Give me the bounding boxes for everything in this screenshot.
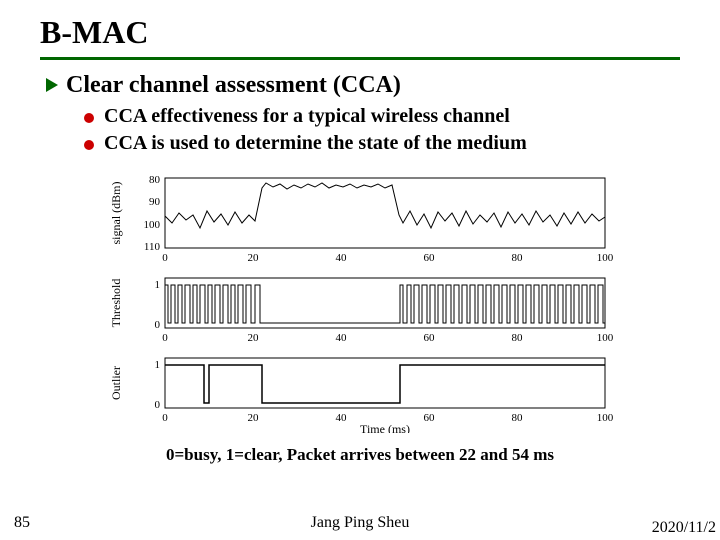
ylabel: Threshold xyxy=(109,279,123,328)
xtick-label: 0 xyxy=(162,252,168,264)
xtick-label: 80 xyxy=(512,332,524,344)
xtick-label: 20 xyxy=(248,412,260,424)
signal-line xyxy=(165,183,605,228)
list-item: CCA is used to determine the state of th… xyxy=(84,132,680,155)
ytick-label: 90 xyxy=(149,196,161,208)
signal-panel: 80 90 100 110 0 20 40 60 80 100 signal (… xyxy=(109,174,614,264)
list-item: CCA effectiveness for a typical wireless… xyxy=(84,105,680,128)
outlier-panel: 1 0 0 20 40 60 80 100 Outlier Time (ms) xyxy=(109,358,614,433)
xtick-label: 60 xyxy=(424,332,436,344)
disc-icon xyxy=(84,113,94,123)
figure-caption: 0=busy, 1=clear, Packet arrives between … xyxy=(40,445,680,465)
outlier-line xyxy=(165,365,605,403)
ytick-label: 100 xyxy=(144,219,161,231)
xlabel: Time (ms) xyxy=(360,422,410,433)
ytick-label: 0 xyxy=(155,399,161,411)
ylabel: signal (dBm) xyxy=(109,182,123,245)
ytick-label: 110 xyxy=(144,241,161,253)
xtick-label: 40 xyxy=(336,412,348,424)
point-text: CCA effectiveness for a typical wireless… xyxy=(104,105,510,128)
cca-chart: 80 90 100 110 0 20 40 60 80 100 signal (… xyxy=(100,173,620,433)
threshold-panel: 1 0 0 20 40 60 80 100 Threshold xyxy=(109,278,614,344)
xtick-label: 100 xyxy=(597,332,614,344)
xtick-label: 60 xyxy=(424,252,436,264)
title-rule xyxy=(40,57,680,60)
ytick-label: 0 xyxy=(155,319,161,331)
page-title: B-MAC xyxy=(40,14,680,51)
date-footer: 2020/11/2 xyxy=(652,520,716,536)
xtick-label: 100 xyxy=(597,252,614,264)
chart-figure: 80 90 100 110 0 20 40 60 80 100 signal (… xyxy=(100,173,620,433)
ytick-label: 1 xyxy=(155,279,161,291)
disc-icon xyxy=(84,140,94,150)
xtick-label: 60 xyxy=(424,412,436,424)
xtick-label: 0 xyxy=(162,332,168,344)
xtick-label: 100 xyxy=(597,412,614,424)
xtick-label: 40 xyxy=(336,252,348,264)
section-heading: Clear channel assessment (CCA) xyxy=(46,72,680,99)
point-text: CCA is used to determine the state of th… xyxy=(104,132,527,155)
ytick-label: 1 xyxy=(155,359,161,371)
ylabel: Outlier xyxy=(109,366,123,400)
xtick-label: 20 xyxy=(248,332,260,344)
author-footer: Jang Ping Sheu xyxy=(0,514,720,532)
heading-text: Clear channel assessment (CCA) xyxy=(66,72,401,99)
arrow-icon xyxy=(46,78,58,92)
xtick-label: 80 xyxy=(512,252,524,264)
xtick-label: 0 xyxy=(162,412,168,424)
ytick-label: 80 xyxy=(149,174,161,186)
xtick-label: 20 xyxy=(248,252,260,264)
threshold-line xyxy=(165,285,605,323)
xtick-label: 40 xyxy=(336,332,348,344)
xtick-label: 80 xyxy=(512,412,524,424)
